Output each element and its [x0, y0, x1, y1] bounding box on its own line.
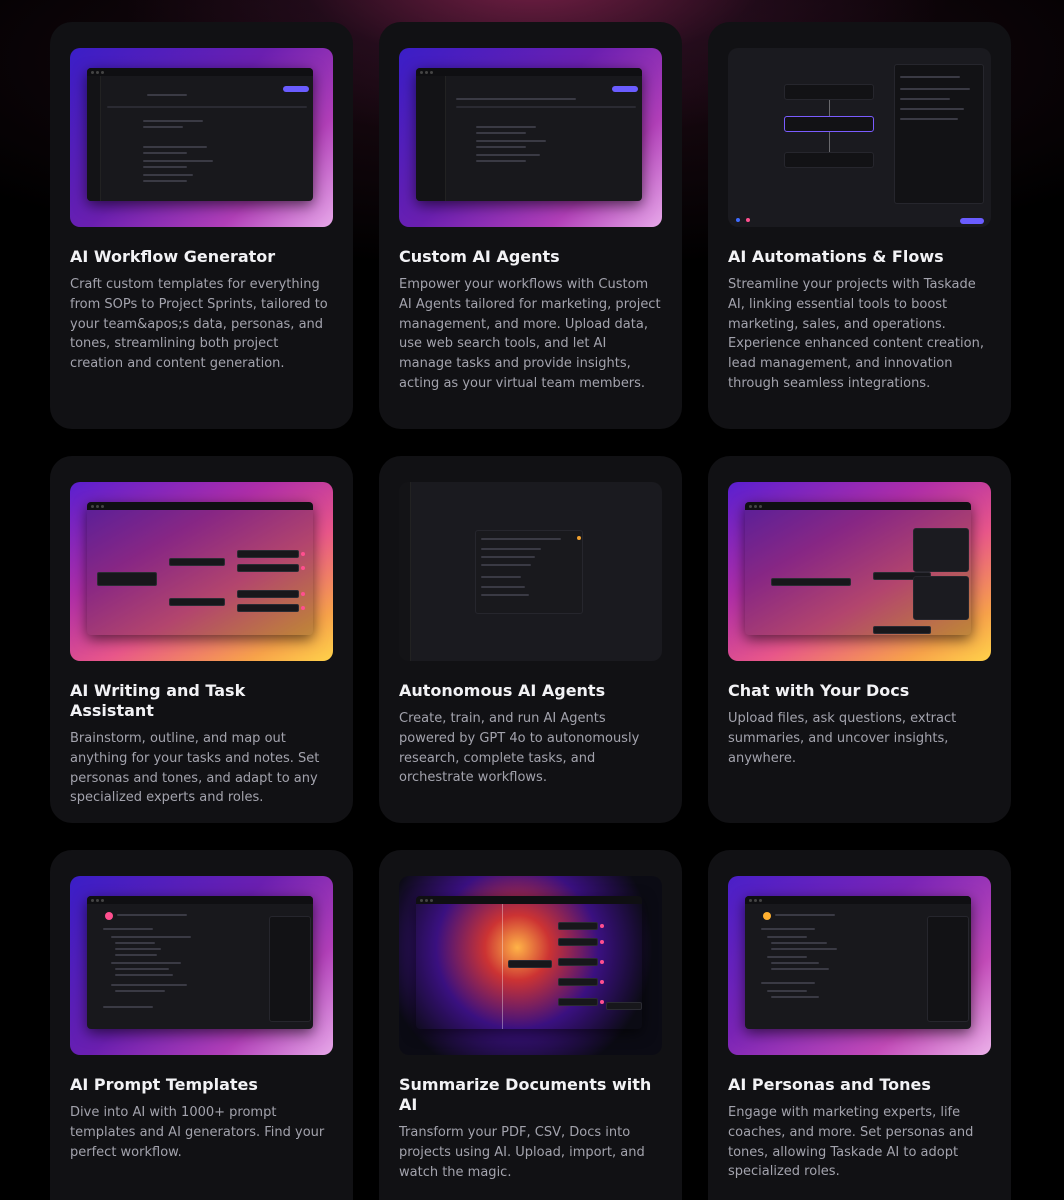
feature-description: Streamline your projects with Taskade AI… [728, 277, 984, 391]
feature-card-personas-tones[interactable]: AI Personas and Tones Engage with market… [708, 850, 1011, 1200]
feature-title: Custom AI Agents [399, 247, 560, 266]
feature-card-ai-writing-assistant[interactable]: AI Writing and Task Assistant Brainstorm… [50, 456, 353, 823]
screenshot-chat-docs [728, 482, 991, 661]
app-window-preview [87, 68, 313, 201]
screenshot-custom-agents [399, 48, 662, 227]
screenshot-automations [728, 48, 991, 227]
feature-title: Chat with Your Docs [728, 681, 910, 700]
feature-card-chat-with-docs[interactable]: Chat with Your Docs Upload files, ask qu… [708, 456, 1011, 823]
app-window-preview [745, 502, 971, 635]
feature-description: Craft custom templates for everything fr… [70, 277, 328, 372]
feature-title: AI Writing and Task Assistant [70, 681, 246, 720]
feature-description: Upload files, ask questions, extract sum… [728, 711, 957, 766]
app-window-preview [745, 896, 971, 1029]
app-window-preview [416, 68, 642, 201]
feature-description: Transform your PDF, CSV, Docs into proje… [399, 1125, 645, 1180]
feature-card-prompt-templates[interactable]: AI Prompt Templates Dive into AI with 10… [50, 850, 353, 1200]
screenshot-workflow-generator [70, 48, 333, 227]
feature-card-ai-automations[interactable]: AI Automations & Flows Streamline your p… [708, 22, 1011, 429]
feature-description: Empower your workflows with Custom AI Ag… [399, 277, 661, 391]
feature-card-summarize-documents[interactable]: Summarize Documents with AI Transform yo… [379, 850, 682, 1200]
feature-title: Autonomous AI Agents [399, 681, 606, 700]
feature-title: AI Workflow Generator [70, 247, 276, 266]
app-window-preview [416, 896, 642, 1029]
feature-description: Brainstorm, outline, and map out anythin… [70, 731, 320, 806]
feature-title: AI Prompt Templates [70, 1075, 258, 1094]
app-window-preview [87, 502, 313, 635]
feature-card-ai-workflow-generator[interactable]: AI Workflow Generator Craft custom templ… [50, 22, 353, 429]
screenshot-personas-tones [728, 876, 991, 1055]
feature-card-custom-ai-agents[interactable]: Custom AI Agents Empower your workflows … [379, 22, 682, 429]
feature-title: AI Personas and Tones [728, 1075, 931, 1094]
screenshot-writing-assistant [70, 482, 333, 661]
feature-card-autonomous-agents[interactable]: Autonomous AI Agents Create, train, and … [379, 456, 682, 823]
app-window-preview [87, 896, 313, 1029]
feature-title: AI Automations & Flows [728, 247, 944, 266]
feature-description: Create, train, and run AI Agents powered… [399, 711, 640, 786]
feature-description: Engage with marketing experts, life coac… [728, 1105, 974, 1180]
screenshot-summarize-documents [399, 876, 662, 1055]
screenshot-prompt-templates [70, 876, 333, 1055]
feature-description: Dive into AI with 1000+ prompt templates… [70, 1105, 325, 1160]
feature-title: Summarize Documents with AI [399, 1075, 652, 1114]
feature-grid: AI Workflow Generator Craft custom templ… [50, 22, 1011, 1200]
screenshot-autonomous-agents [399, 482, 662, 661]
